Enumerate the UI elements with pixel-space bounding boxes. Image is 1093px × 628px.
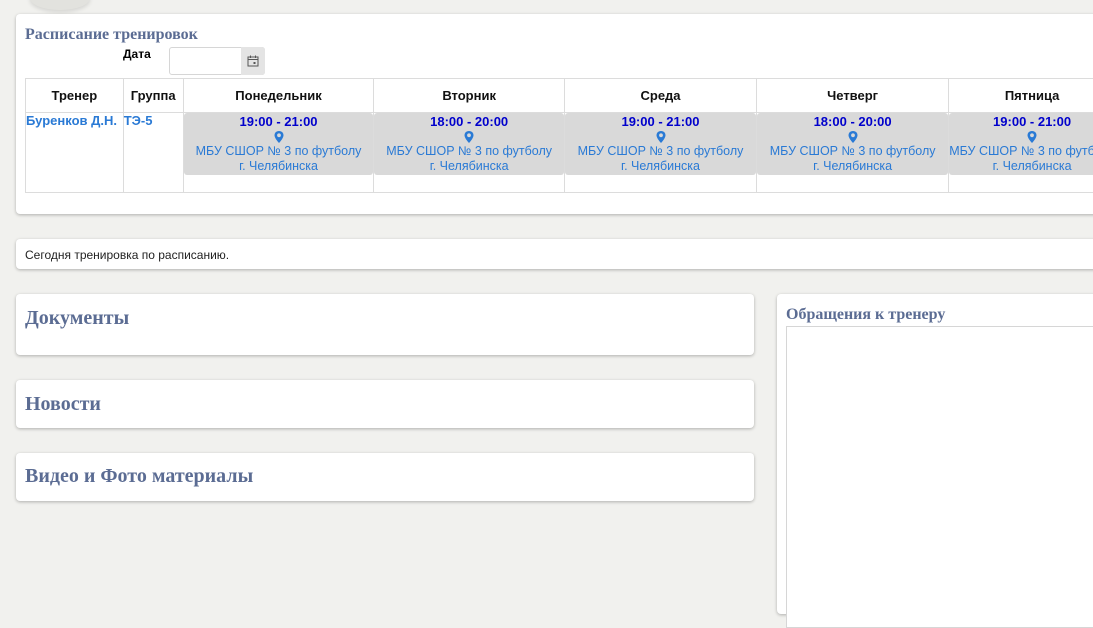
- session-city: г. Челябинска: [757, 159, 948, 174]
- appeals-text-area[interactable]: [786, 326, 1093, 628]
- session-time: 19:00 - 21:00: [565, 114, 756, 129]
- appeals-title: Обращения к тренеру: [786, 306, 945, 324]
- column-header: Вторник: [374, 79, 565, 113]
- schedule-card: Расписание тренировок Дата Тренер Группа…: [16, 14, 1093, 214]
- session-block[interactable]: 19:00 - 21:00 МБУ СШОР № 3 по футболу г.…: [565, 113, 756, 175]
- status-text: Сегодня тренировка по расписанию.: [25, 248, 229, 262]
- session-place: МБУ СШОР № 3 по футболу: [184, 144, 374, 159]
- session-place: МБУ СШОР № 3 по футболу: [949, 144, 1093, 159]
- date-label: Дата: [123, 47, 151, 61]
- schedule-table: Тренер Группа Понедельник Вторник Среда …: [25, 78, 1093, 193]
- news-card[interactable]: Новости: [16, 380, 754, 428]
- documents-card[interactable]: Документы: [16, 294, 754, 355]
- session-city: г. Челябинска: [565, 159, 756, 174]
- news-title: Новости: [25, 393, 101, 416]
- session-time: 19:00 - 21:00: [949, 114, 1093, 129]
- group-link[interactable]: ТЭ-5: [124, 113, 153, 128]
- session-time: 19:00 - 21:00: [184, 114, 374, 129]
- session-block[interactable]: 18:00 - 20:00 МБУ СШОР № 3 по футболу г.…: [374, 113, 564, 175]
- session-city: г. Челябинска: [184, 159, 374, 174]
- session-city: г. Челябинска: [374, 159, 564, 174]
- table-header-row: Тренер Группа Понедельник Вторник Среда …: [26, 79, 1093, 113]
- session-block[interactable]: 19:00 - 21:00 МБУ СШОР № 3 по футболу г.…: [184, 113, 374, 175]
- calendar-icon: [247, 55, 259, 67]
- column-header: Группа: [123, 79, 183, 113]
- column-header: Среда: [564, 79, 756, 113]
- table-row: Буренков Д.Н. ТЭ-5 19:00 - 21:00 МБУ СШО…: [26, 113, 1093, 193]
- session-place: МБУ СШОР № 3 по футболу: [565, 144, 756, 159]
- session-block[interactable]: 19:00 - 21:00 МБУ СШОР № 3 по футболу г.…: [949, 113, 1093, 175]
- location-pin-icon: [462, 130, 476, 144]
- session-block[interactable]: 18:00 - 20:00 МБУ СШОР № 3 по футболу г.…: [757, 113, 948, 175]
- top-decoration: [30, 0, 90, 10]
- media-card[interactable]: Видео и Фото материалы: [16, 453, 754, 501]
- session-place: МБУ СШОР № 3 по футболу: [374, 144, 564, 159]
- session-city: г. Челябинска: [949, 159, 1093, 174]
- column-header: Понедельник: [183, 79, 374, 113]
- trainer-link[interactable]: Буренков Д.Н.: [26, 113, 117, 128]
- status-card: Сегодня тренировка по расписанию.: [16, 239, 1093, 269]
- documents-title: Документы: [25, 307, 129, 330]
- calendar-button[interactable]: [241, 47, 265, 75]
- session-place: МБУ СШОР № 3 по футболу: [757, 144, 948, 159]
- location-pin-icon: [1025, 130, 1039, 144]
- location-pin-icon: [654, 130, 668, 144]
- media-title: Видео и Фото материалы: [25, 465, 253, 488]
- location-pin-icon: [272, 130, 286, 144]
- session-time: 18:00 - 20:00: [374, 114, 564, 129]
- session-time: 18:00 - 20:00: [757, 114, 948, 129]
- schedule-title: Расписание тренировок: [25, 26, 198, 44]
- appeals-card: Обращения к тренеру: [777, 294, 1093, 614]
- location-pin-icon: [846, 130, 860, 144]
- column-header: Пятница: [949, 79, 1093, 113]
- column-header: Тренер: [26, 79, 124, 113]
- column-header: Четверг: [757, 79, 949, 113]
